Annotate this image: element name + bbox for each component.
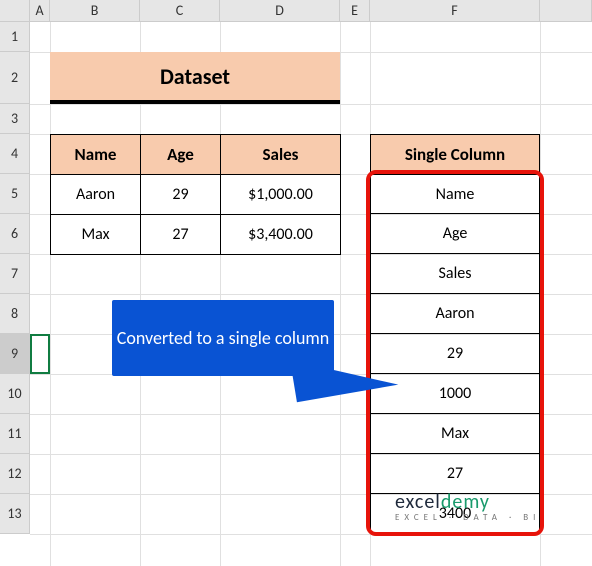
list-item[interactable]: Aaron xyxy=(370,294,540,334)
row-header-9[interactable]: 9 xyxy=(0,334,30,374)
header-name[interactable]: Name xyxy=(51,135,141,175)
row-header-7[interactable]: 7 xyxy=(0,254,30,294)
row-header-5[interactable]: 5 xyxy=(0,174,30,214)
brand-left: excel xyxy=(395,490,441,514)
select-all-corner[interactable] xyxy=(0,0,30,22)
table-row: Max 27 $3,400.00 xyxy=(51,215,341,255)
watermark: exceldemy EXCEL · DATA · BI xyxy=(395,490,540,523)
row-header-10[interactable]: 10 xyxy=(0,374,30,414)
list-item[interactable]: Age xyxy=(370,214,540,254)
header-age[interactable]: Age xyxy=(141,135,221,175)
brand-right: demy xyxy=(441,490,490,514)
cell-name[interactable]: Aaron xyxy=(51,175,141,215)
col-header-f[interactable]: F xyxy=(370,0,540,22)
source-table: Name Age Sales Aaron 29 $1,000.00 Max 27… xyxy=(50,134,341,255)
brand-logo: exceldemy xyxy=(395,490,540,514)
col-header-d[interactable]: D xyxy=(220,0,340,22)
row-header-11[interactable]: 11 xyxy=(0,414,30,454)
cell-age[interactable]: 27 xyxy=(141,215,221,255)
table-header-row: Name Age Sales xyxy=(51,135,341,175)
cell-age[interactable]: 29 xyxy=(141,175,221,215)
row-header-4[interactable]: 4 xyxy=(0,134,30,174)
table-row: Aaron 29 $1,000.00 xyxy=(51,175,341,215)
single-column-list: Name Age Sales Aaron 29 1000 Max 27 3400 xyxy=(370,174,540,534)
single-column-header[interactable]: Single Column xyxy=(370,134,540,174)
annotation-callout: Converted to a single column xyxy=(112,300,334,376)
active-cell-indicator xyxy=(30,334,50,374)
row-header-1[interactable]: 1 xyxy=(0,22,30,52)
header-sales[interactable]: Sales xyxy=(221,135,341,175)
row-header-13[interactable]: 13 xyxy=(0,494,30,534)
list-item[interactable]: Name xyxy=(370,174,540,214)
brand-tagline: EXCEL · DATA · BI xyxy=(395,512,540,523)
row-header-6[interactable]: 6 xyxy=(0,214,30,254)
spreadsheet: A B C D E F 1 2 3 4 5 6 7 8 9 10 11 12 1… xyxy=(0,0,592,566)
row-header-12[interactable]: 12 xyxy=(0,454,30,494)
col-header-c[interactable]: C xyxy=(140,0,220,22)
cell-sales[interactable]: $3,400.00 xyxy=(221,215,341,255)
col-header-b[interactable]: B xyxy=(50,0,140,22)
row-header-3[interactable]: 3 xyxy=(0,104,30,134)
cell-sales[interactable]: $1,000.00 xyxy=(221,175,341,215)
col-header-e[interactable]: E xyxy=(340,0,370,22)
list-item[interactable]: Sales xyxy=(370,254,540,294)
list-item[interactable]: 29 xyxy=(370,334,540,374)
list-item[interactable]: 27 xyxy=(370,454,540,494)
row-header-8[interactable]: 8 xyxy=(0,294,30,334)
col-header-a[interactable]: A xyxy=(30,0,50,22)
col-header-g[interactable] xyxy=(540,0,592,22)
cell-name[interactable]: Max xyxy=(51,215,141,255)
page-title: Dataset xyxy=(50,52,340,104)
row-header-2[interactable]: 2 xyxy=(0,52,30,104)
